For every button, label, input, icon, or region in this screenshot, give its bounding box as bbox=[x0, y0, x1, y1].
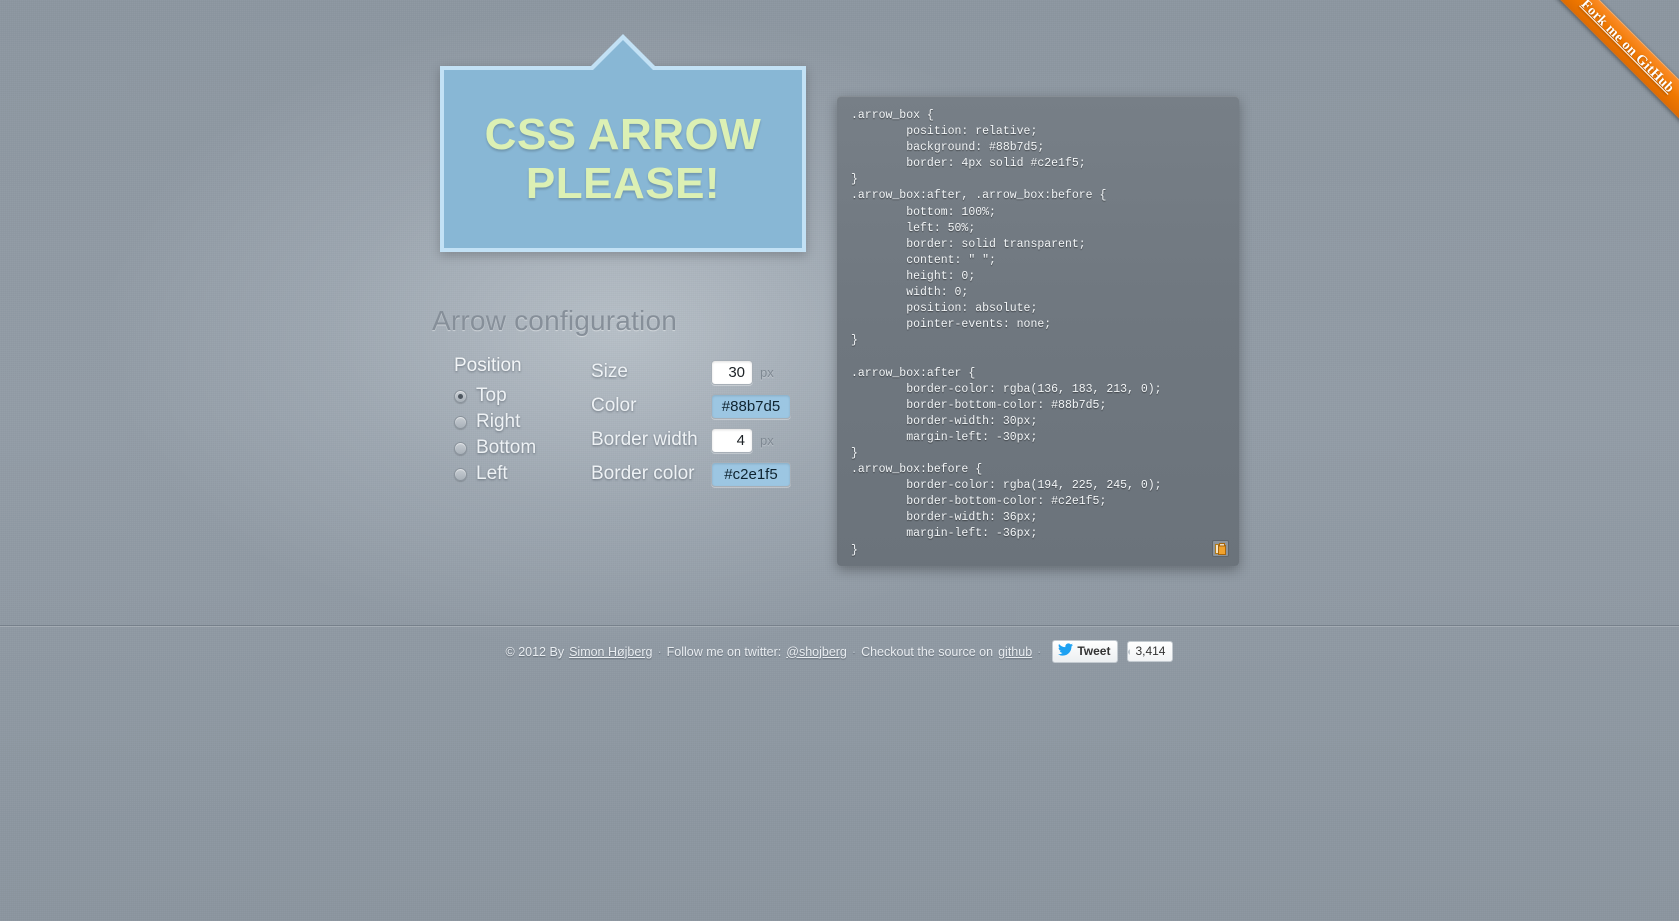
field-label-color: Color bbox=[591, 395, 637, 416]
page-footer: © 2012 By Simon Højberg · Follow me on t… bbox=[0, 640, 1679, 663]
field-label-border-color: Border color bbox=[591, 463, 695, 484]
twitter-bird-icon bbox=[1058, 643, 1074, 660]
field-row-size: Size px bbox=[591, 355, 812, 389]
arrow-configuration-panel: Arrow configuration Position Top Right B… bbox=[432, 305, 812, 491]
footer-author-link[interactable]: Simon Højberg bbox=[569, 645, 652, 659]
field-row-border-width: Border width px bbox=[591, 423, 812, 457]
arrow-fields-group: Size px Color Border width px Bo bbox=[591, 355, 812, 491]
position-group-label: Position bbox=[454, 355, 522, 376]
main-content: CSS arrow please! Arrow configuration Po… bbox=[0, 0, 1679, 626]
footer-copyright: © 2012 By bbox=[505, 644, 565, 659]
radio-label-top: Top bbox=[476, 385, 507, 406]
generated-css-code[interactable]: .arrow_box { position: relative; backgro… bbox=[851, 108, 1225, 559]
radio-icon-right[interactable] bbox=[454, 415, 467, 429]
footer-github-link[interactable]: github bbox=[998, 645, 1032, 659]
position-radio-group: Position Top Right Bottom Left bbox=[432, 355, 557, 491]
fork-me-on-github-ribbon[interactable]: Fork me on GitHub bbox=[1539, 0, 1679, 135]
size-input[interactable] bbox=[711, 359, 753, 385]
arrow-preview-column: CSS arrow please! bbox=[440, 34, 806, 252]
radio-option-bottom[interactable]: Bottom bbox=[454, 435, 557, 461]
footer-separator-3: · bbox=[1037, 644, 1042, 659]
page-root: Fork me on GitHub CSS arrow please! Arro… bbox=[0, 0, 1679, 921]
config-body: Position Top Right Bottom Left Size 30 p… bbox=[432, 355, 812, 491]
radio-option-right[interactable]: Right bbox=[454, 409, 557, 435]
field-row-color: Color bbox=[591, 389, 812, 423]
radio-label-left: Left bbox=[476, 463, 508, 484]
radio-label-bottom: Bottom bbox=[476, 437, 537, 458]
radio-label-right: Right bbox=[476, 411, 521, 432]
unit-label-border-width: px bbox=[760, 432, 774, 448]
footer-separator-2: · bbox=[851, 644, 857, 659]
fork-me-ribbon-container: Fork me on GitHub bbox=[1529, 0, 1679, 150]
footer-follow-text: Follow me on twitter: bbox=[666, 644, 782, 659]
tweet-button[interactable]: Tweet bbox=[1052, 640, 1119, 663]
generated-css-panel: .arrow_box { position: relative; backgro… bbox=[837, 96, 1239, 566]
field-row-border-color: Border color bbox=[591, 457, 812, 491]
unit-label-size: px bbox=[760, 364, 774, 380]
radio-option-left[interactable]: Left bbox=[454, 461, 557, 487]
border-color-input[interactable] bbox=[711, 461, 791, 487]
footer-divider bbox=[0, 625, 1679, 626]
field-label-size: Size bbox=[591, 361, 628, 382]
color-input[interactable] bbox=[711, 393, 791, 419]
border-width-input[interactable] bbox=[711, 427, 753, 453]
radio-icon-top[interactable] bbox=[454, 389, 467, 403]
tweet-count-badge[interactable]: 3,414 bbox=[1127, 641, 1174, 662]
clipboard-icon[interactable] bbox=[1212, 540, 1229, 557]
field-label-border-width: Border width bbox=[591, 429, 698, 450]
radio-option-top[interactable]: Top bbox=[454, 383, 557, 409]
footer-separator-1: · bbox=[657, 644, 662, 659]
arrow-box-preview: CSS arrow please! bbox=[440, 34, 806, 252]
radio-icon-left[interactable] bbox=[454, 467, 467, 481]
footer-source-text: Checkout the source on bbox=[861, 644, 994, 659]
config-title: Arrow configuration bbox=[432, 305, 678, 336]
footer-twitter-handle-link[interactable]: @shojberg bbox=[786, 645, 847, 659]
radio-icon-bottom[interactable] bbox=[454, 441, 467, 455]
arrow-box-text: CSS arrow please! bbox=[484, 109, 762, 208]
tweet-button-label: Tweet bbox=[1077, 644, 1111, 658]
